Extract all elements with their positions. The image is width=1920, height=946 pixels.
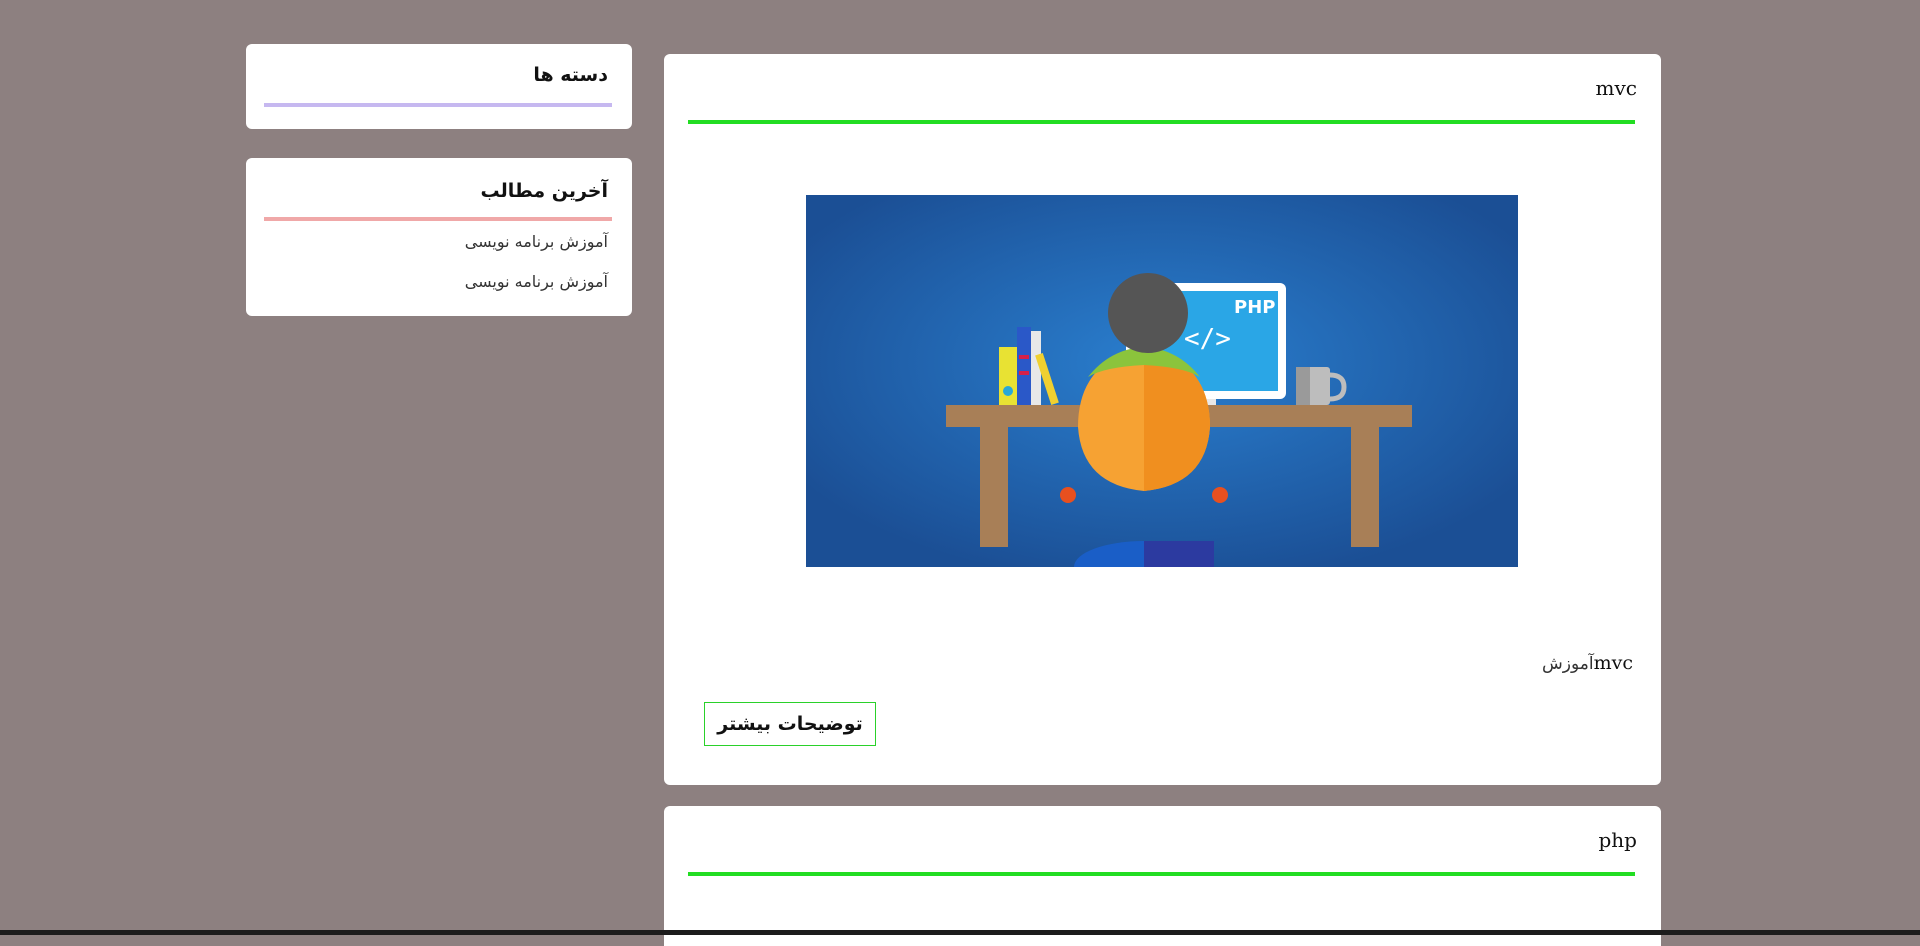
post-excerpt: آموزشmvc	[1542, 652, 1633, 674]
latest-posts-title: آخرین مطالب	[480, 180, 608, 202]
latest-posts-widget: آخرین مطالب آموزش برنامه نویسی آموزش برن…	[246, 158, 632, 316]
post-card-php: php	[664, 806, 1661, 946]
latest-post-link[interactable]: آموزش برنامه نویسی	[465, 272, 608, 291]
excerpt-word: آموزش	[1542, 654, 1594, 674]
latest-posts-divider	[264, 217, 612, 221]
read-more-button[interactable]: توضیحات بیشتر	[704, 702, 876, 746]
categories-divider	[264, 103, 612, 107]
post-title-divider	[688, 120, 1635, 124]
post-card-mvc: mvc PHP </> آموزشmvc توضیحات بیشتر	[664, 54, 1661, 785]
latest-post-link[interactable]: آموزش برنامه نویسی	[465, 232, 608, 251]
code-symbol-text: </>	[1184, 324, 1231, 354]
post-title[interactable]: php	[1599, 828, 1638, 852]
php-developer-image: PHP </>	[806, 195, 1518, 593]
categories-title: دسته ها	[533, 64, 608, 86]
php-badge-text: PHP	[1234, 297, 1275, 318]
excerpt-latin: mvc	[1593, 652, 1633, 674]
categories-widget: دسته ها	[246, 44, 632, 129]
post-title[interactable]: mvc	[1596, 76, 1637, 100]
window-bottom-edge	[0, 930, 1920, 935]
post-title-divider	[688, 872, 1635, 876]
